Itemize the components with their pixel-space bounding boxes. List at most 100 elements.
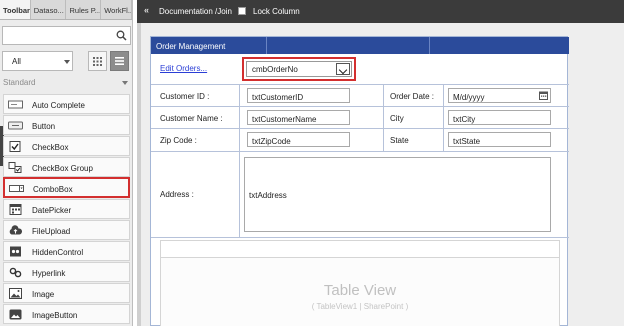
button-icon (8, 121, 23, 130)
chevron-down-icon (338, 65, 348, 75)
order-date-value: M/d/yyyy (453, 92, 485, 102)
table-view-header (161, 241, 559, 258)
list-icon (115, 57, 124, 65)
customer-id-value: txtCustomerID (252, 92, 304, 102)
toolbox-item-label: DatePicker (32, 205, 72, 215)
checkbox-group-icon (8, 162, 22, 173)
toolbox-item-imagebutton[interactable]: ImageButton (3, 304, 130, 324)
toolbox-item-label: ImageButton (32, 310, 78, 320)
combobox-icon (9, 185, 24, 192)
table-view-title: Table View (323, 282, 397, 299)
collapse-panel-icon[interactable]: « (144, 5, 149, 15)
standard-section-header[interactable]: Standard (2, 77, 131, 88)
state-label: State (390, 136, 409, 145)
cloud-upload-icon (9, 225, 23, 235)
customer-name-value: txtCustomerName (252, 114, 317, 124)
toolbox-item-label: Hyperlink (32, 268, 66, 278)
address-label: Address : (160, 190, 194, 199)
city-label: City (390, 114, 404, 123)
toolbox-item-label: CheckBox (32, 142, 69, 152)
order-date-field[interactable]: M/d/yyyy (448, 88, 551, 103)
toolbox-item-label: HiddenControl (32, 247, 84, 257)
order-form: Order Management Edit Orders... cmbOrder… (150, 36, 569, 326)
toolbox-item-hyperlink[interactable]: Hyperlink (3, 262, 130, 282)
breadcrumb: Documentation /Join (159, 7, 232, 16)
customer-id-field[interactable]: txtCustomerID (247, 88, 350, 103)
toolbox-item-label: ComboBox (33, 184, 73, 194)
category-filter-select[interactable]: All (2, 51, 73, 71)
address-value: txtAddress (249, 191, 287, 200)
form-row-zip: Zip Code : txtZipCode State txtState (151, 129, 569, 152)
form-row-edit: Edit Orders... cmbOrderNo (151, 54, 569, 85)
tab-workflow[interactable]: WorkFl... (101, 0, 132, 19)
form-row-address: Address : txtAddress (151, 152, 569, 238)
grid-view-button[interactable] (88, 51, 107, 71)
calendar-icon[interactable] (539, 91, 548, 100)
combobox-value: cmbOrderNo (252, 65, 298, 74)
header-divider (429, 37, 430, 54)
header-divider (266, 37, 267, 54)
form-header: Order Management (151, 37, 569, 54)
grid-icon (93, 57, 102, 66)
order-date-label: Order Date : (390, 92, 435, 101)
toolbox-item-label: Button (32, 121, 56, 131)
toolbox-item-autocomplete[interactable]: Auto Complete (3, 94, 130, 114)
toolbox-item-datepicker[interactable]: DatePicker (3, 199, 130, 219)
lock-column-label: Lock Column (253, 7, 300, 16)
column-divider (383, 85, 384, 152)
list-view-button[interactable] (110, 51, 129, 71)
toolbox-item-label: Image (32, 289, 55, 299)
toolbox-tabs: Toolbar Dataso... Rules P... WorkFl... (0, 0, 132, 20)
toolbox-item-checkbox[interactable]: CheckBox (3, 136, 130, 156)
column-divider (443, 85, 444, 152)
city-value: txtCity (453, 114, 476, 124)
toolbox-item-label: FileUpload (32, 226, 71, 236)
checkbox-icon (9, 141, 21, 152)
toolbox-filter-row: All (2, 51, 131, 71)
tab-datasources[interactable]: Dataso... (31, 0, 67, 19)
dropdown-button[interactable] (336, 63, 350, 75)
zip-code-field[interactable]: txtZipCode (247, 132, 350, 147)
collapse-icon (122, 81, 128, 85)
customer-name-field[interactable]: txtCustomerName (247, 110, 350, 125)
address-textarea[interactable]: txtAddress (244, 157, 551, 232)
city-field[interactable]: txtCity (448, 110, 551, 125)
category-filter-value: All (12, 57, 21, 66)
tab-rules[interactable]: Rules P... (66, 0, 102, 19)
section-title: Standard (3, 78, 36, 87)
state-field[interactable]: txtState (448, 132, 551, 147)
edit-orders-link[interactable]: Edit Orders... (160, 64, 207, 73)
lock-column-checkbox[interactable] (238, 7, 246, 15)
toolbox-item-fileupload[interactable]: FileUpload (3, 220, 130, 240)
toolbox-panel: Toolbar Dataso... Rules P... WorkFl... A… (0, 0, 133, 326)
hyperlink-icon (9, 267, 22, 278)
zip-code-label: Zip Code : (160, 136, 197, 145)
search-icon (116, 30, 127, 41)
designer-toolbar: « Documentation /Join Lock Column (137, 0, 624, 23)
autocomplete-icon (8, 100, 23, 109)
hidden-control-icon (10, 246, 21, 257)
order-number-combobox[interactable]: cmbOrderNo (246, 61, 352, 77)
form-title: Order Management (156, 42, 226, 51)
toolbox-item-image[interactable]: Image (3, 283, 130, 303)
toolbox-item-label: Auto Complete (32, 100, 85, 110)
datepicker-icon (9, 204, 22, 215)
tab-toolbar[interactable]: Toolbar (0, 0, 31, 19)
form-row-customer-id: Customer ID : txtCustomerID Order Date :… (151, 85, 569, 107)
zip-code-value: txtZipCode (252, 136, 291, 146)
image-icon (9, 288, 22, 299)
form-row-customer-name: Customer Name : txtCustomerName City txt… (151, 107, 569, 129)
toolbox-item-checkbox-group[interactable]: CheckBox Group (3, 157, 130, 177)
toolbox-item-combobox[interactable]: ComboBox (3, 177, 130, 198)
column-divider (239, 85, 240, 238)
state-value: txtState (453, 136, 481, 146)
toolbox-search-input[interactable] (2, 26, 131, 45)
customer-name-label: Customer Name : (160, 114, 223, 123)
table-view-placeholder[interactable]: Table View ( TableView1 | SharePoint ) (160, 240, 560, 326)
customer-id-label: Customer ID : (160, 92, 210, 101)
toolbox-item-label: CheckBox Group (32, 163, 93, 173)
table-view-subtitle: ( TableView1 | SharePoint ) (311, 302, 409, 311)
toolbox-item-button[interactable]: Button (3, 115, 130, 135)
chevron-down-icon (64, 60, 70, 64)
toolbox-item-hiddencontrol[interactable]: HiddenControl (3, 241, 130, 261)
